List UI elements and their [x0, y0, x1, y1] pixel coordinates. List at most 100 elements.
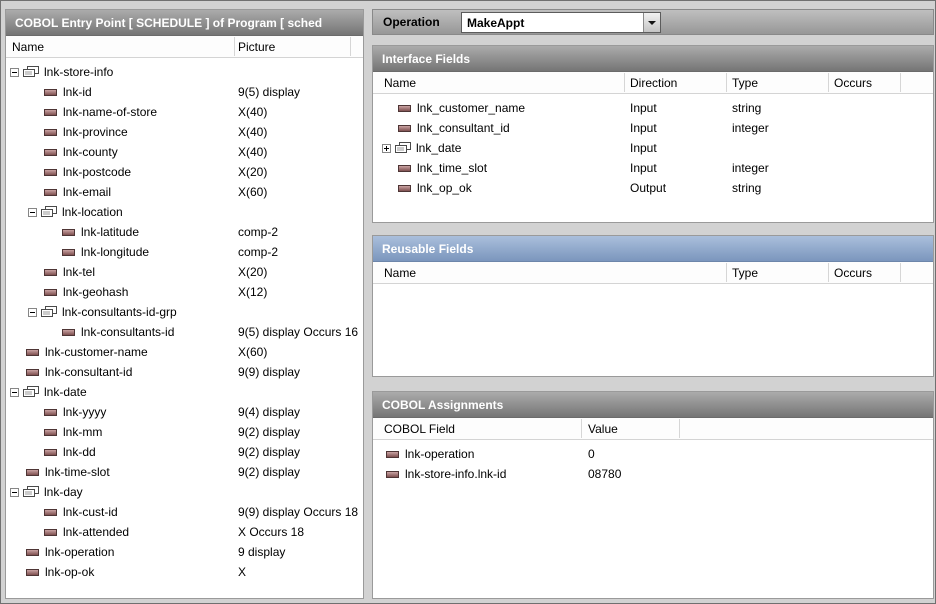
assignment-field: lnk-operation: [405, 447, 474, 461]
item-label: lnk-customer-name: [45, 345, 148, 359]
item-label: lnk-yyyy: [63, 405, 106, 419]
column-header-occurs[interactable]: Occurs: [834, 266, 872, 280]
tree-row[interactable]: lnk-mm9(2) display: [6, 422, 363, 442]
item-picture: X(40): [238, 122, 267, 142]
operation-label: Operation: [383, 15, 440, 29]
item-label: lnk_customer_name: [417, 101, 525, 115]
tree-row[interactable]: lnk-store-info: [6, 62, 363, 82]
tree-row[interactable]: lnk-operation9 display: [6, 542, 363, 562]
group-item-icon: [395, 142, 411, 154]
field-type: string: [732, 98, 761, 118]
tree-row[interactable]: lnk-telX(20): [6, 262, 363, 282]
assignment-value: 0: [588, 444, 595, 464]
interface-field-row[interactable]: lnk_dateInput: [373, 138, 933, 158]
item-label: lnk-latitude: [81, 225, 139, 239]
dropdown-button[interactable]: [643, 13, 660, 32]
item-label: lnk-dd: [63, 445, 96, 459]
data-item-icon: [44, 429, 57, 436]
column-header-name[interactable]: Name: [384, 76, 416, 90]
tree-row[interactable]: lnk-consultant-id9(9) display: [6, 362, 363, 382]
left-panel-title: COBOL Entry Point [ SCHEDULE ] of Progra…: [6, 10, 363, 36]
assignment-row[interactable]: lnk-operation 0: [373, 444, 933, 464]
interface-fields-title: Interface Fields: [373, 46, 933, 72]
data-item-icon: [62, 229, 75, 236]
item-label: lnk_date: [416, 141, 461, 155]
expand-minus-icon[interactable]: [10, 68, 19, 77]
operation-dropdown[interactable]: MakeAppt: [461, 12, 661, 33]
tree-row[interactable]: lnk-consultants-id9(5) display Occurs 16: [6, 322, 363, 342]
data-item-icon: [44, 169, 57, 176]
column-header-type[interactable]: Type: [732, 76, 758, 90]
tree-row[interactable]: lnk-latitudecomp-2: [6, 222, 363, 242]
item-picture: X(40): [238, 102, 267, 122]
tree-row[interactable]: lnk-countyX(40): [6, 142, 363, 162]
interface-column-header: Name Direction Type Occurs: [373, 72, 933, 94]
item-picture: X(60): [238, 342, 267, 362]
tree-row[interactable]: lnk-location: [6, 202, 363, 222]
tree-row[interactable]: lnk-provinceX(40): [6, 122, 363, 142]
field-direction: Input: [630, 98, 657, 118]
interface-field-row[interactable]: lnk_consultant_idInputinteger: [373, 118, 933, 138]
tree-row[interactable]: lnk-emailX(60): [6, 182, 363, 202]
item-picture: X Occurs 18: [238, 522, 304, 542]
tree-row[interactable]: lnk-yyyy 9(4) display: [6, 402, 363, 422]
tree-row[interactable]: lnk-time-slot9(2) display: [6, 462, 363, 482]
tree-row[interactable]: lnk-postcodeX(20): [6, 162, 363, 182]
tree-row[interactable]: lnk-dd9(2) display: [6, 442, 363, 462]
interface-field-row[interactable]: lnk_op_okOutputstring: [373, 178, 933, 198]
tree-row[interactable]: lnk-date: [6, 382, 363, 402]
expand-minus-icon[interactable]: [10, 388, 19, 397]
data-item-icon: [386, 471, 399, 478]
field-type: string: [732, 178, 761, 198]
assignment-field: lnk-store-info.lnk-id: [405, 467, 506, 481]
expand-plus-icon[interactable]: [382, 144, 391, 153]
item-label: lnk-longitude: [81, 245, 149, 259]
interface-fields-section: Interface Fields Name Direction Type Occ…: [372, 45, 934, 223]
data-item-icon: [44, 449, 57, 456]
tree-row[interactable]: lnk-geohashX(12): [6, 282, 363, 302]
tree-row[interactable]: lnk-attendedX Occurs 18: [6, 522, 363, 542]
data-item-icon: [386, 451, 399, 458]
item-picture: X(20): [238, 262, 267, 282]
item-label: lnk_consultant_id: [417, 121, 510, 135]
expand-minus-icon[interactable]: [28, 308, 37, 317]
data-item-icon: [44, 269, 57, 276]
assignment-row[interactable]: lnk-store-info.lnk-id08780: [373, 464, 933, 484]
column-header-occurs[interactable]: Occurs: [834, 76, 872, 90]
interface-field-row[interactable]: lnk_customer_name Input string: [373, 98, 933, 118]
tree-row[interactable]: lnk-consultants-id-grp: [6, 302, 363, 322]
data-item-icon: [26, 349, 39, 356]
item-label: lnk-county: [63, 145, 118, 159]
item-picture: X(12): [238, 282, 267, 302]
data-item-icon: [44, 189, 57, 196]
tree-row[interactable]: lnk-name-of-store X(40): [6, 102, 363, 122]
item-label: lnk-name-of-store: [63, 105, 157, 119]
data-item-icon: [26, 369, 39, 376]
tree-row[interactable]: lnk-op-okX: [6, 562, 363, 582]
column-header-value[interactable]: Value: [588, 422, 618, 436]
tree-row[interactable]: lnk-longitudecomp-2: [6, 242, 363, 262]
group-item-icon: [41, 206, 57, 218]
column-header-direction[interactable]: Direction: [630, 76, 677, 90]
data-item-icon: [26, 469, 39, 476]
interface-field-row[interactable]: lnk_time_slotInputinteger: [373, 158, 933, 178]
tree-row[interactable]: lnk-customer-name X(60): [6, 342, 363, 362]
column-header-cobol-field[interactable]: COBOL Field: [384, 422, 455, 436]
tree-row[interactable]: lnk-day: [6, 482, 363, 502]
data-item-icon: [44, 509, 57, 516]
item-label: lnk-postcode: [63, 165, 131, 179]
tree-row[interactable]: lnk-cust-id9(9) display Occurs 18: [6, 502, 363, 522]
left-column-header: Name Picture: [6, 36, 363, 58]
column-header-picture[interactable]: Picture: [238, 40, 275, 54]
item-picture: 9(4) display: [238, 402, 300, 422]
tree-row[interactable]: lnk-id9(5) display: [6, 82, 363, 102]
item-picture: 9(2) display: [238, 422, 300, 442]
expand-minus-icon[interactable]: [10, 488, 19, 497]
column-header-name[interactable]: Name: [12, 40, 44, 54]
field-direction: Input: [630, 158, 657, 178]
expand-minus-icon[interactable]: [28, 208, 37, 217]
column-separator: [900, 263, 901, 282]
column-header-type[interactable]: Type: [732, 266, 758, 280]
cobol-assignments-title: COBOL Assignments: [373, 392, 933, 418]
column-header-name[interactable]: Name: [384, 266, 416, 280]
